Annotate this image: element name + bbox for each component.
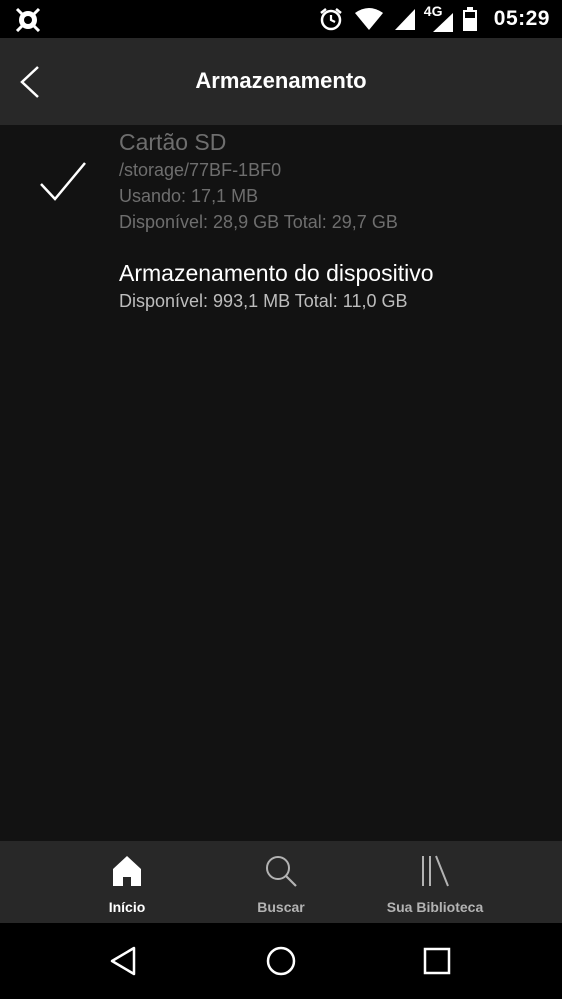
storage-option-path: /storage/77BF-1BF0 bbox=[119, 160, 282, 180]
app-notification-icon bbox=[15, 7, 41, 32]
clock: 05:29 bbox=[493, 7, 550, 30]
signal-icon bbox=[394, 9, 415, 30]
system-navigation-bar bbox=[0, 923, 562, 999]
signal-icon bbox=[432, 13, 453, 32]
bottom-navigation: Início Buscar Sua Biblioteca bbox=[0, 841, 562, 923]
nav-item-library[interactable]: Sua Biblioteca bbox=[375, 841, 495, 923]
storage-option-space: Disponível: 28,9 GB Total: 29,7 GB bbox=[119, 212, 398, 232]
storage-option-device[interactable]: Armazenamento do dispositivo Disponível:… bbox=[119, 258, 434, 314]
storage-option-name: Cartão SD bbox=[119, 129, 227, 155]
nav-item-label: Sua Biblioteca bbox=[386, 899, 484, 915]
page-title: Armazenamento bbox=[195, 68, 367, 93]
storage-option-name: Armazenamento do dispositivo bbox=[119, 260, 434, 286]
battery-icon bbox=[462, 7, 477, 31]
wifi-icon bbox=[354, 8, 383, 30]
nav-item-search[interactable]: Buscar bbox=[231, 841, 331, 923]
status-bar: 4G 05:29 bbox=[0, 0, 562, 38]
storage-option-space: Disponível: 993,1 MB Total: 11,0 GB bbox=[119, 291, 408, 311]
storage-list: Cartão SD /storage/77BF-1BF0 Usando: 17,… bbox=[0, 125, 562, 841]
nav-item-label: Início bbox=[108, 899, 146, 915]
storage-option-usage: Usando: 17,1 MB bbox=[119, 186, 259, 206]
app-header: Armazenamento bbox=[0, 38, 562, 125]
nav-item-home[interactable]: Início bbox=[77, 841, 177, 923]
home-circle-icon[interactable] bbox=[263, 943, 299, 979]
storage-option-sd-card[interactable]: Cartão SD /storage/77BF-1BF0 Usando: 17,… bbox=[119, 127, 398, 235]
checkmark-icon bbox=[40, 162, 86, 201]
alarm-icon bbox=[320, 8, 342, 31]
library-icon bbox=[422, 855, 449, 887]
back-triangle-icon[interactable] bbox=[106, 943, 142, 979]
nav-item-label: Buscar bbox=[257, 899, 305, 915]
home-icon bbox=[113, 856, 141, 886]
network-indicator: 4G bbox=[424, 3, 453, 32]
recents-square-icon[interactable] bbox=[419, 943, 455, 979]
search-icon bbox=[266, 856, 297, 887]
